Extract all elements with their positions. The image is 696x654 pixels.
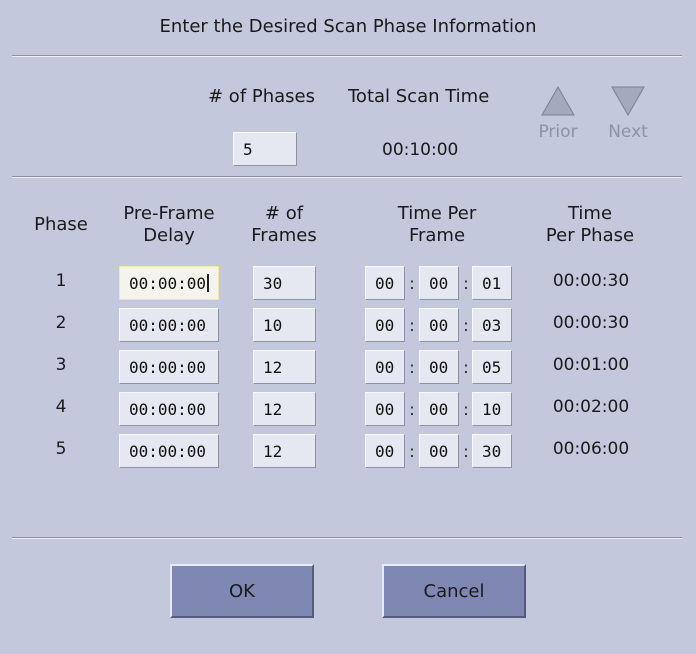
header-time-per-phase: Time Per Phase bbox=[530, 203, 650, 247]
dialog-title: Enter the Desired Scan Phase Information bbox=[159, 16, 537, 37]
frames-input[interactable] bbox=[253, 266, 316, 300]
header-tpp-line2: Per Phase bbox=[545, 225, 635, 246]
tpf-seconds-input[interactable] bbox=[472, 308, 512, 342]
divider-bottom bbox=[12, 537, 682, 539]
header-frames-line2: Frames bbox=[251, 225, 317, 246]
header-delay-line2: Delay bbox=[143, 225, 195, 246]
next-button[interactable]: Next bbox=[598, 84, 658, 142]
divider-top bbox=[12, 55, 682, 57]
tpf-hours-input[interactable] bbox=[365, 266, 405, 300]
prior-button[interactable]: Prior bbox=[528, 84, 588, 142]
phase-number: 1 bbox=[55, 271, 67, 291]
phase-number: 2 bbox=[55, 313, 67, 333]
phase-number: 3 bbox=[55, 355, 67, 375]
total-scan-time-label: Total Scan Time bbox=[348, 86, 490, 107]
tpf-hours-input[interactable] bbox=[365, 308, 405, 342]
time-separator: : bbox=[463, 274, 469, 293]
time-separator: : bbox=[463, 316, 469, 335]
header-tpf-line2: Frame bbox=[408, 225, 466, 246]
time-per-phase-value: 00:00:30 bbox=[552, 313, 630, 333]
tpf-seconds-input[interactable] bbox=[472, 266, 512, 300]
header-tpf-line1: Time Per bbox=[397, 203, 477, 224]
tpf-hours-input[interactable] bbox=[365, 392, 405, 426]
frames-input[interactable] bbox=[253, 308, 316, 342]
time-per-phase-value: 00:00:30 bbox=[552, 271, 630, 291]
pre-frame-delay-input[interactable] bbox=[119, 266, 219, 300]
tpf-minutes-input[interactable] bbox=[419, 266, 459, 300]
header-phase: Phase bbox=[34, 214, 88, 235]
header-pre-frame-delay: Pre-Frame Delay bbox=[108, 203, 230, 247]
tpf-seconds-input[interactable] bbox=[472, 350, 512, 384]
time-separator: : bbox=[409, 274, 415, 293]
divider-middle bbox=[12, 176, 682, 178]
header-frames-line1: # of bbox=[264, 203, 304, 224]
total-scan-time-value: 00:10:00 bbox=[382, 140, 459, 160]
header-frames: # of Frames bbox=[236, 203, 332, 247]
text-cursor-icon bbox=[207, 274, 209, 292]
tpf-seconds-input[interactable] bbox=[472, 434, 512, 468]
triangle-up-icon bbox=[541, 85, 575, 116]
time-separator: : bbox=[409, 400, 415, 419]
tpf-minutes-input[interactable] bbox=[419, 350, 459, 384]
frames-input[interactable] bbox=[253, 392, 316, 426]
phase-number: 5 bbox=[55, 439, 67, 459]
pre-frame-delay-input[interactable] bbox=[119, 434, 219, 468]
time-separator: : bbox=[463, 442, 469, 461]
tpf-seconds-input[interactable] bbox=[472, 392, 512, 426]
header-tpp-line1: Time bbox=[567, 203, 613, 224]
phase-number: 4 bbox=[55, 397, 67, 417]
phases-count-label: # of Phases bbox=[208, 86, 315, 107]
time-per-phase-value: 00:02:00 bbox=[552, 397, 630, 417]
phases-count-input[interactable] bbox=[233, 132, 297, 166]
header-delay-line1: Pre-Frame bbox=[123, 203, 215, 224]
time-separator: : bbox=[409, 316, 415, 335]
prior-label: Prior bbox=[538, 122, 578, 142]
cancel-button[interactable]: Cancel bbox=[382, 564, 526, 618]
time-separator: : bbox=[409, 442, 415, 461]
tpf-hours-input[interactable] bbox=[365, 350, 405, 384]
pre-frame-delay-input[interactable] bbox=[119, 350, 219, 384]
time-separator: : bbox=[409, 358, 415, 377]
time-separator: : bbox=[463, 400, 469, 419]
frames-input[interactable] bbox=[253, 350, 316, 384]
pre-frame-delay-input[interactable] bbox=[119, 392, 219, 426]
tpf-minutes-input[interactable] bbox=[419, 308, 459, 342]
time-per-phase-value: 00:06:00 bbox=[552, 439, 630, 459]
time-separator: : bbox=[463, 358, 469, 377]
tpf-minutes-input[interactable] bbox=[419, 392, 459, 426]
tpf-minutes-input[interactable] bbox=[419, 434, 459, 468]
time-per-phase-value: 00:01:00 bbox=[552, 355, 630, 375]
triangle-down-icon bbox=[611, 86, 645, 117]
pre-frame-delay-input[interactable] bbox=[119, 308, 219, 342]
next-label: Next bbox=[608, 122, 648, 142]
ok-button[interactable]: OK bbox=[170, 564, 314, 618]
header-time-per-frame: Time Per Frame bbox=[372, 203, 502, 247]
tpf-hours-input[interactable] bbox=[365, 434, 405, 468]
frames-input[interactable] bbox=[253, 434, 316, 468]
